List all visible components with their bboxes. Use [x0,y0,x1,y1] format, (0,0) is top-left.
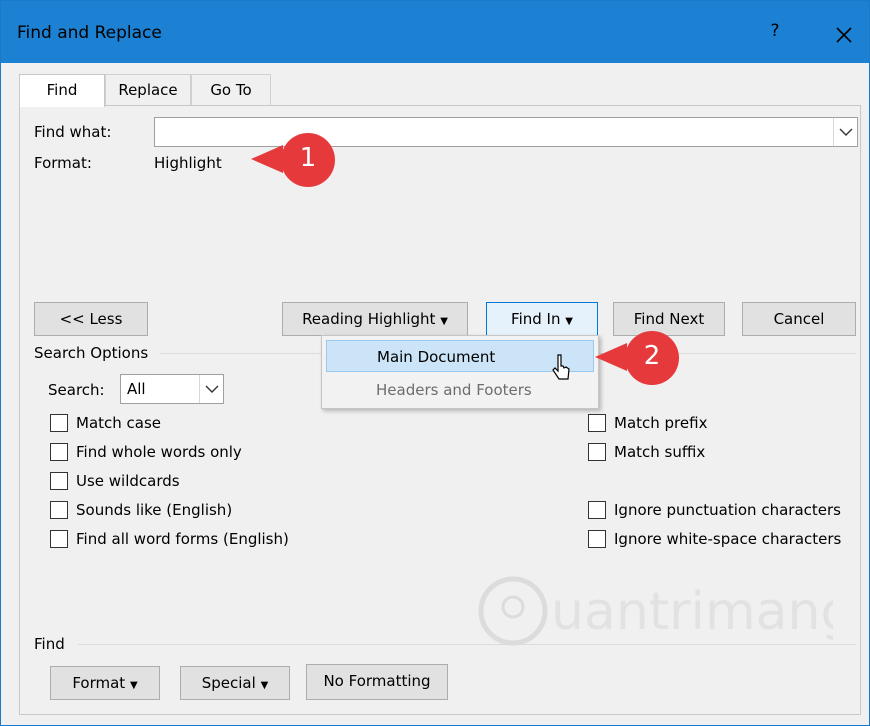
checkbox[interactable] [50,443,68,461]
find-in-button[interactable]: Find In ▼ [486,302,598,336]
checkbox[interactable] [588,443,606,461]
tab-goto[interactable]: Go To [191,74,271,105]
callout-number-2: 2 [643,341,661,371]
match-case-label: Match case [76,414,162,432]
match-case-check[interactable]: Match case [50,414,161,432]
callout-badge-2: 2 [591,329,681,387]
no-formatting-button[interactable]: No Formatting [306,664,448,700]
checkbox[interactable] [50,414,68,432]
match-prefix-label: Match prefix [614,414,708,432]
checkbox[interactable] [588,530,606,548]
search-direction-label: Search: [48,381,105,399]
ignore-punctuation-label: Ignore punctuation characters [614,501,841,519]
search-direction-value: All [127,380,146,398]
tab-replace-label: Replace [118,81,178,99]
format-label: Format: [34,154,92,172]
help-button[interactable]: ? [755,21,795,49]
watermark-text: uantrimang [551,582,833,642]
whole-words-label: Find whole words only [76,443,242,461]
wildcards-label: Use wildcards [76,472,180,490]
find-replace-dialog: Find and Replace ? Find Replace Go To Fi… [0,0,870,726]
format-value: Highlight [154,154,222,172]
ignore-punctuation-check[interactable]: Ignore punctuation characters [588,501,841,519]
watermark-logo: uantrimang [473,571,853,651]
caret-down-icon: ▼ [440,316,448,327]
find-group-label: Find [34,635,65,653]
find-what-label: Find what: [34,123,112,141]
reading-highlight-label: Reading Highlight [302,310,436,328]
find-what-dropdown-button[interactable] [833,118,857,146]
caret-down-icon: ▼ [129,680,138,691]
reading-highlight-button[interactable]: Reading Highlight ▼ [282,302,468,336]
format-button-label: Format [72,674,126,692]
sounds-like-check[interactable]: Sounds like (English) [50,501,232,519]
window-title: Find and Replace [17,23,162,43]
search-options-label: Search Options [34,344,149,362]
search-direction-dropdown-button[interactable] [199,375,223,403]
chevron-down-icon [205,385,218,393]
title-bar: Find and Replace ? [1,1,869,63]
caret-down-icon: ▼ [565,316,573,327]
less-button[interactable]: << Less [34,302,148,336]
ignore-whitespace-label: Ignore white-space characters [614,530,842,548]
checkbox[interactable] [588,414,606,432]
tab-find-label: Find [46,81,78,99]
match-suffix-check[interactable]: Match suffix [588,443,705,461]
whole-words-check[interactable]: Find whole words only [50,443,242,461]
tab-find[interactable]: Find [19,74,105,107]
checkbox[interactable] [50,472,68,490]
format-button[interactable]: Format ▼ [50,666,160,700]
tab-goto-label: Go To [210,81,252,99]
chevron-down-icon [839,128,852,136]
close-icon[interactable] [821,15,867,55]
match-prefix-check[interactable]: Match prefix [588,414,707,432]
match-suffix-label: Match suffix [614,443,706,461]
ignore-whitespace-check[interactable]: Ignore white-space characters [588,530,841,548]
mouse-cursor-icon [551,353,573,383]
special-button[interactable]: Special ▼ [180,666,290,700]
callout-badge-1: 1 [247,131,337,189]
checkbox[interactable] [588,501,606,519]
checkbox[interactable] [50,501,68,519]
find-in-label: Find In [511,310,561,328]
checkbox[interactable] [50,530,68,548]
word-forms-check[interactable]: Find all word forms (English) [50,530,289,548]
word-forms-label: Find all word forms (English) [76,530,289,548]
tab-replace[interactable]: Replace [105,74,191,105]
wildcards-check[interactable]: Use wildcards [50,472,180,490]
special-button-label: Special [201,674,256,692]
caret-down-icon: ▼ [260,680,269,691]
sounds-like-label: Sounds like (English) [76,501,233,519]
cancel-button[interactable]: Cancel [742,302,856,336]
callout-number-1: 1 [299,143,317,173]
search-direction-select[interactable]: All [120,374,224,404]
